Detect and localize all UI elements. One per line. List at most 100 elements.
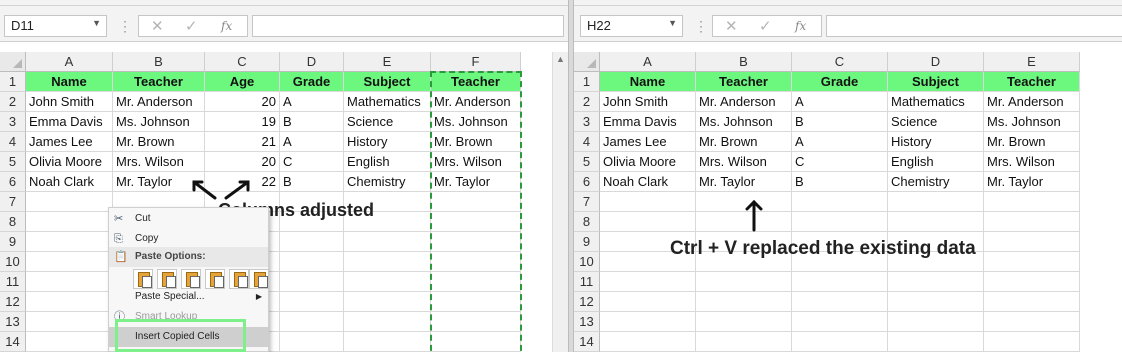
- row-header-10[interactable]: 10: [0, 252, 26, 272]
- empty-cell[interactable]: [888, 212, 984, 232]
- name-box[interactable]: D11 ▼: [4, 15, 107, 37]
- empty-cell[interactable]: [984, 232, 1080, 252]
- data-cell[interactable]: English: [888, 152, 984, 172]
- row-header-8[interactable]: 8: [574, 212, 600, 232]
- empty-cell[interactable]: [344, 232, 431, 252]
- data-cell[interactable]: Chemistry: [344, 172, 431, 192]
- data-cell[interactable]: Ms. Johnson: [696, 112, 792, 132]
- row-header-2[interactable]: 2: [574, 92, 600, 112]
- data-cell[interactable]: Mathematics: [344, 92, 431, 112]
- empty-cell[interactable]: [984, 292, 1080, 312]
- cancel-icon[interactable]: ✕: [151, 17, 164, 35]
- header-cell[interactable]: Subject: [344, 72, 431, 92]
- empty-cell[interactable]: [26, 232, 113, 252]
- header-cell[interactable]: Subject: [888, 72, 984, 92]
- empty-cell[interactable]: [600, 292, 696, 312]
- empty-cell[interactable]: [26, 192, 113, 212]
- row-header-11[interactable]: 11: [0, 272, 26, 292]
- menu-item-copy[interactable]: ⎘ Copy: [109, 229, 268, 249]
- data-cell[interactable]: 20: [205, 92, 280, 112]
- data-cell[interactable]: A: [280, 92, 344, 112]
- empty-cell[interactable]: [696, 292, 792, 312]
- empty-cell[interactable]: [792, 212, 888, 232]
- row-header-14[interactable]: 14: [0, 332, 26, 352]
- column-header-d[interactable]: D: [888, 52, 984, 72]
- empty-cell[interactable]: [888, 272, 984, 292]
- data-cell[interactable]: 21: [205, 132, 280, 152]
- row-header-5[interactable]: 5: [574, 152, 600, 172]
- empty-cell[interactable]: [888, 332, 984, 352]
- row-header-12[interactable]: 12: [0, 292, 26, 312]
- formula-input[interactable]: [826, 15, 1122, 37]
- empty-cell[interactable]: [26, 332, 113, 352]
- data-cell[interactable]: History: [888, 132, 984, 152]
- empty-cell[interactable]: [600, 212, 696, 232]
- empty-cell[interactable]: [696, 332, 792, 352]
- empty-cell[interactable]: [344, 312, 431, 332]
- empty-cell[interactable]: [280, 232, 344, 252]
- data-cell[interactable]: B: [792, 172, 888, 192]
- column-header-a[interactable]: A: [600, 52, 696, 72]
- row-header-12[interactable]: 12: [574, 292, 600, 312]
- empty-cell[interactable]: [984, 272, 1080, 292]
- column-header-c[interactable]: C: [792, 52, 888, 72]
- data-cell[interactable]: History: [344, 132, 431, 152]
- row-header-4[interactable]: 4: [574, 132, 600, 152]
- data-cell[interactable]: John Smith: [26, 92, 113, 112]
- data-cell[interactable]: B: [280, 172, 344, 192]
- column-header-b[interactable]: B: [696, 52, 792, 72]
- column-header-e[interactable]: E: [344, 52, 431, 72]
- data-cell[interactable]: Emma Davis: [26, 112, 113, 132]
- header-cell[interactable]: Teacher: [984, 72, 1080, 92]
- data-cell[interactable]: C: [792, 152, 888, 172]
- data-cell[interactable]: C: [280, 152, 344, 172]
- insert-function-icon[interactable]: fx: [795, 19, 806, 33]
- data-cell[interactable]: 19: [205, 112, 280, 132]
- empty-cell[interactable]: [792, 312, 888, 332]
- empty-cell[interactable]: [696, 312, 792, 332]
- row-header-8[interactable]: 8: [0, 212, 26, 232]
- data-cell[interactable]: John Smith: [600, 92, 696, 112]
- data-cell[interactable]: Mr. Taylor: [696, 172, 792, 192]
- empty-cell[interactable]: [26, 252, 113, 272]
- row-header-7[interactable]: 7: [574, 192, 600, 212]
- empty-cell[interactable]: [888, 312, 984, 332]
- header-cell[interactable]: Name: [26, 72, 113, 92]
- row-header-5[interactable]: 5: [0, 152, 26, 172]
- empty-cell[interactable]: [280, 272, 344, 292]
- paste-transpose-button[interactable]: [205, 269, 225, 289]
- data-cell[interactable]: B: [280, 112, 344, 132]
- empty-cell[interactable]: [280, 312, 344, 332]
- select-all-corner[interactable]: [574, 52, 600, 72]
- data-cell[interactable]: Ms. Johnson: [984, 112, 1080, 132]
- row-header-3[interactable]: 3: [0, 112, 26, 132]
- column-header-c[interactable]: C: [205, 52, 280, 72]
- data-cell[interactable]: Mr. Taylor: [984, 172, 1080, 192]
- data-cell[interactable]: Mrs. Wilson: [984, 152, 1080, 172]
- paste-formatting-button[interactable]: [229, 269, 249, 289]
- formula-input[interactable]: [252, 15, 564, 37]
- more-options-icon[interactable]: ⋮: [694, 18, 708, 35]
- data-cell[interactable]: Mr. Brown: [113, 132, 205, 152]
- row-header-9[interactable]: 9: [574, 232, 600, 252]
- data-cell[interactable]: Science: [344, 112, 431, 132]
- header-cell[interactable]: Grade: [792, 72, 888, 92]
- data-cell[interactable]: Ms. Johnson: [113, 112, 205, 132]
- row-header-6[interactable]: 6: [0, 172, 26, 192]
- empty-cell[interactable]: [280, 252, 344, 272]
- data-cell[interactable]: Chemistry: [888, 172, 984, 192]
- empty-cell[interactable]: [600, 272, 696, 292]
- column-header-b[interactable]: B: [113, 52, 205, 72]
- row-header-4[interactable]: 4: [0, 132, 26, 152]
- empty-cell[interactable]: [344, 252, 431, 272]
- data-cell[interactable]: Mr. Anderson: [696, 92, 792, 112]
- row-header-1[interactable]: 1: [0, 72, 26, 92]
- empty-cell[interactable]: [888, 292, 984, 312]
- data-cell[interactable]: Noah Clark: [600, 172, 696, 192]
- empty-cell[interactable]: [984, 312, 1080, 332]
- row-header-3[interactable]: 3: [574, 112, 600, 132]
- empty-cell[interactable]: [984, 192, 1080, 212]
- row-header-2[interactable]: 2: [0, 92, 26, 112]
- header-cell[interactable]: Age: [205, 72, 280, 92]
- name-box[interactable]: H22 ▼: [580, 15, 683, 37]
